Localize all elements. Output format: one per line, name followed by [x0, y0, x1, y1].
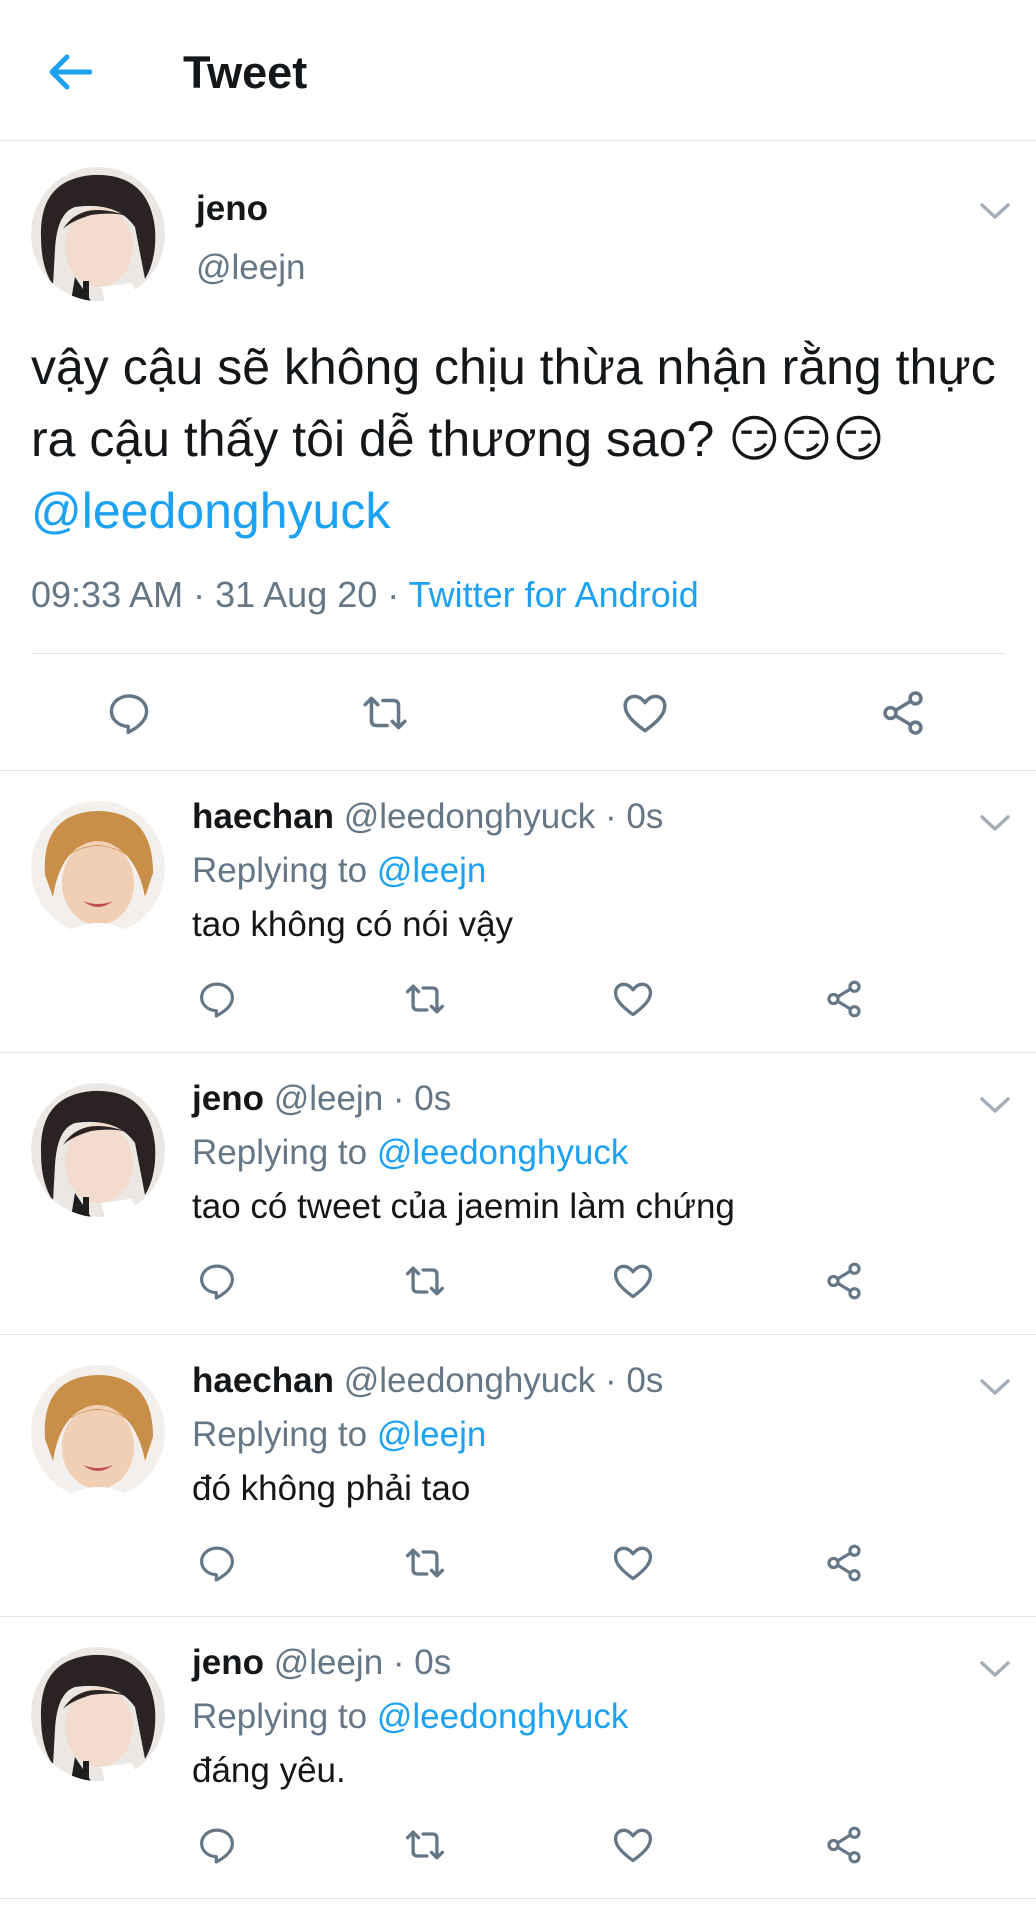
- avatar[interactable]: [31, 1365, 165, 1499]
- tweet-timestamp: 09:33 AM · 31 Aug 20 ·: [31, 574, 409, 615]
- reply-icon: [200, 1546, 234, 1582]
- reply-header: haechan @leedonghyuck · 0s: [192, 797, 663, 837]
- mention-link[interactable]: @leejn: [377, 1415, 486, 1454]
- reply-tweet[interactable]: jeno @leejn · 0s Replying to @leedonghyu…: [0, 1617, 1036, 1899]
- reply-text: tao có tweet của jaemin làm chứng: [192, 1187, 735, 1226]
- share-icon: [827, 1262, 861, 1300]
- user-handle[interactable]: @leejn: [196, 248, 305, 288]
- handle-and-time: @leejn · 0s: [273, 1079, 452, 1118]
- share-icon: [827, 1826, 861, 1864]
- chevron-down-icon[interactable]: [978, 813, 1012, 833]
- main-tweet: jeno @leejn vậy cậu sẽ không chịu thừa n…: [0, 141, 1036, 771]
- reply-button[interactable]: [195, 1259, 239, 1303]
- reply-tweet[interactable]: haechan @leedonghyuck · 0s Replying to @…: [0, 771, 1036, 1053]
- avatar[interactable]: [31, 1083, 165, 1217]
- retweet-button[interactable]: [360, 688, 410, 738]
- tweet-source-link[interactable]: Twitter for Android: [409, 574, 699, 615]
- retweet-icon: [405, 1548, 445, 1578]
- retweet-button[interactable]: [403, 1259, 447, 1303]
- reply-text: tao không có nói vậy: [192, 905, 514, 944]
- retweet-icon: [363, 696, 407, 730]
- retweet-button[interactable]: [403, 1541, 447, 1585]
- reply-icon: [200, 982, 234, 1018]
- share-button[interactable]: [822, 1823, 866, 1867]
- replying-to: Replying to @leedonghyuck: [192, 1697, 628, 1737]
- replying-label: Replying to: [192, 1133, 377, 1172]
- replying-label: Replying to: [192, 851, 377, 890]
- reply-icon: [200, 1264, 234, 1300]
- avatar[interactable]: [31, 167, 165, 301]
- like-button[interactable]: [611, 1823, 655, 1867]
- heart-icon: [613, 1828, 653, 1863]
- reply-tweet[interactable]: jeno @leejn · 0s Replying to @leedonghyu…: [0, 1053, 1036, 1335]
- handle-and-time: @leejn · 0s: [273, 1643, 452, 1682]
- reply-header: haechan @leedonghyuck · 0s: [192, 1361, 663, 1401]
- chevron-down-icon[interactable]: [978, 1377, 1012, 1397]
- reply-tweet[interactable]: haechan @leedonghyuck · 0s Replying to @…: [0, 1335, 1036, 1617]
- handle-and-time: @leedonghyuck · 0s: [343, 797, 664, 836]
- avatar[interactable]: [31, 801, 165, 935]
- replying-label: Replying to: [192, 1415, 377, 1454]
- share-icon: [883, 691, 923, 735]
- reply-header: jeno @leejn · 0s: [192, 1079, 451, 1119]
- back-button[interactable]: [44, 46, 96, 98]
- heart-icon: [613, 1264, 653, 1299]
- reply-button[interactable]: [104, 688, 154, 738]
- tweet-body: vậy cậu sẽ không chịu thừa nhận rằng thự…: [31, 339, 996, 467]
- chevron-down-icon[interactable]: [978, 1659, 1012, 1679]
- reply-text: đó không phải tao: [192, 1469, 471, 1508]
- reply-icon: [109, 694, 149, 735]
- share-button[interactable]: [822, 977, 866, 1021]
- share-icon: [827, 1544, 861, 1582]
- page-title: Tweet: [183, 47, 308, 98]
- replying-to: Replying to @leejn: [192, 851, 486, 891]
- retweet-button[interactable]: [403, 977, 447, 1021]
- replying-label: Replying to: [192, 1697, 377, 1736]
- avatar[interactable]: [31, 1647, 165, 1781]
- chevron-down-icon[interactable]: [978, 1095, 1012, 1115]
- mention-link[interactable]: @leedonghyuck: [31, 483, 390, 539]
- heart-icon: [613, 1546, 653, 1581]
- retweet-button[interactable]: [403, 1823, 447, 1867]
- share-button[interactable]: [822, 1541, 866, 1585]
- reply-text: đáng yêu.: [192, 1751, 346, 1790]
- replying-to: Replying to @leejn: [192, 1415, 486, 1455]
- mention-link[interactable]: @leedonghyuck: [377, 1697, 629, 1736]
- display-name[interactable]: jeno: [192, 1079, 264, 1118]
- heart-icon: [623, 694, 667, 733]
- tweet-action-bar: [0, 654, 1036, 771]
- tweet-meta: 09:33 AM · 31 Aug 20 · Twitter for Andro…: [31, 574, 699, 616]
- retweet-icon: [405, 1266, 445, 1296]
- like-button[interactable]: [611, 1541, 655, 1585]
- mention-link[interactable]: @leedonghyuck: [377, 1133, 629, 1172]
- top-bar: Tweet: [0, 0, 1036, 141]
- chevron-down-icon[interactable]: [978, 201, 1012, 221]
- reply-button[interactable]: [195, 977, 239, 1021]
- share-icon: [827, 980, 861, 1018]
- heart-icon: [613, 982, 653, 1017]
- retweet-icon: [405, 984, 445, 1014]
- mention-link[interactable]: @leejn: [377, 851, 486, 890]
- replying-to: Replying to @leedonghyuck: [192, 1133, 628, 1173]
- like-button[interactable]: [620, 688, 670, 738]
- handle-and-time: @leedonghyuck · 0s: [343, 1361, 664, 1400]
- share-button[interactable]: [822, 1259, 866, 1303]
- reply-button[interactable]: [195, 1823, 239, 1867]
- reply-button[interactable]: [195, 1541, 239, 1585]
- display-name[interactable]: haechan: [192, 1361, 334, 1400]
- like-button[interactable]: [611, 977, 655, 1021]
- reply-header: jeno @leejn · 0s: [192, 1643, 451, 1683]
- retweet-icon: [405, 1830, 445, 1860]
- display-name[interactable]: haechan: [192, 797, 334, 836]
- reply-icon: [200, 1828, 234, 1864]
- display-name[interactable]: jeno: [196, 189, 268, 229]
- arrow-left-icon: [49, 54, 92, 90]
- share-button[interactable]: [878, 688, 928, 738]
- like-button[interactable]: [611, 1259, 655, 1303]
- display-name[interactable]: jeno: [192, 1643, 264, 1682]
- tweet-text: vậy cậu sẽ không chịu thừa nhận rằng thự…: [31, 331, 1006, 547]
